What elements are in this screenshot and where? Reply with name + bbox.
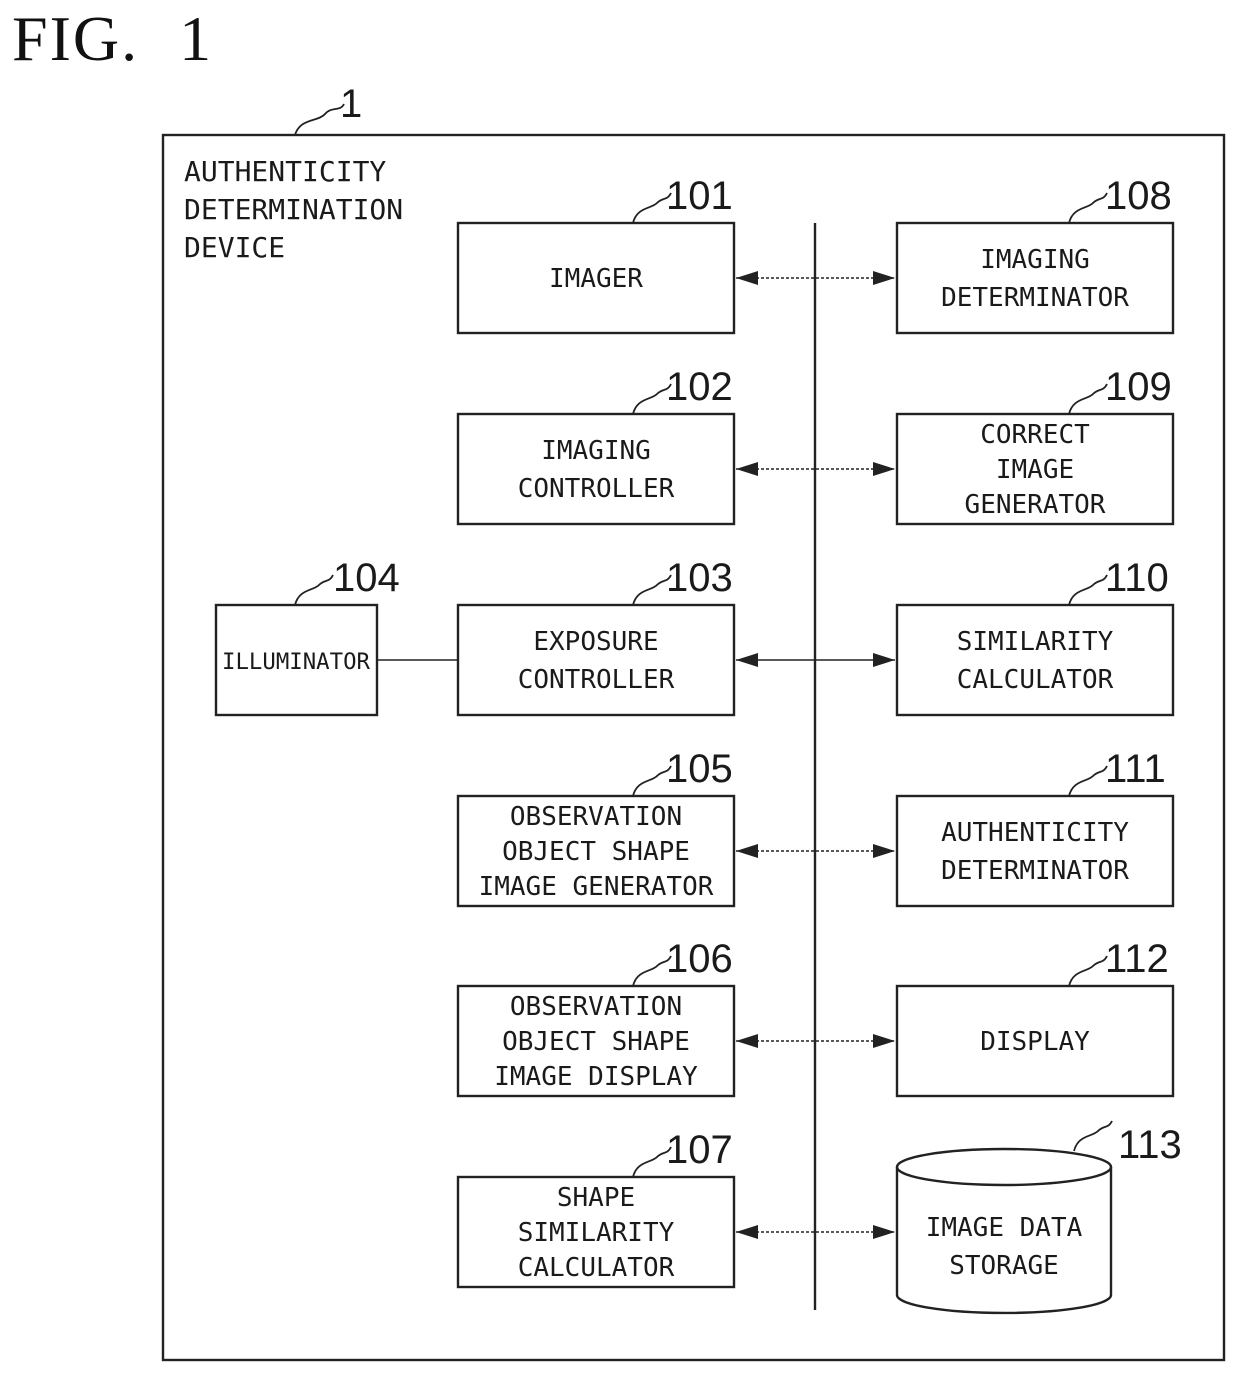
block-101-ref: 101 [666, 174, 733, 218]
block-108-ref: 108 [1105, 174, 1172, 218]
block-104-ref: 104 [333, 556, 400, 600]
block-110-label-line-1: SIMILARITY [957, 627, 1114, 657]
block-110-ref: 110 [1105, 556, 1169, 600]
block-102-box [456, 412, 736, 526]
device-label-line-2: DETERMINATION [184, 193, 403, 226]
block-107-label-line-3: CALCULATOR [518, 1253, 675, 1283]
block-109-ref: 109 [1105, 365, 1172, 409]
block-105-label-line-3: IMAGE GENERATOR [479, 872, 714, 902]
block-109-label-line-1: CORRECT [980, 420, 1090, 450]
block-113-cylinder-top [895, 1147, 1113, 1187]
block-112-label-line-1: DISPLAY [980, 1027, 1090, 1057]
block-113-label-line-1: IMAGE DATA [926, 1213, 1083, 1243]
device-leader-line [294, 103, 345, 136]
device-label-line-3: DEVICE [184, 231, 285, 264]
block-103-ref: 103 [666, 556, 733, 600]
block-113-ref: 113 [1118, 1123, 1182, 1167]
block-104-label-line-1: ILLUMINATOR [222, 650, 371, 675]
block-102-ref: 102 [666, 365, 733, 409]
block-108-label-line-1: IMAGING [980, 245, 1090, 275]
block-103-box [456, 603, 736, 717]
block-107-label-line-2: SIMILARITY [518, 1218, 675, 1248]
block-106-label-line-2: OBJECT SHAPE [502, 1027, 690, 1057]
block-105-label-line-2: OBJECT SHAPE [502, 837, 690, 867]
block-102-label-line-1: IMAGING [541, 436, 651, 466]
block-110-label-line-2: CALCULATOR [957, 665, 1114, 695]
block-111-ref: 111 [1105, 747, 1166, 791]
block-113-label-line-2: STORAGE [949, 1251, 1059, 1281]
block-109-label-line-3: GENERATOR [965, 490, 1106, 520]
block-108-box [895, 221, 1175, 335]
block-109-label-line-2: IMAGE [996, 455, 1074, 485]
device-ref: 1 [340, 82, 362, 126]
block-101-label-line-1: IMAGER [549, 264, 643, 294]
block-106-ref: 106 [666, 937, 733, 981]
block-107-label-line-1: SHAPE [557, 1183, 635, 1213]
block-107-ref: 107 [666, 1128, 733, 1172]
block-108-label-line-2: DETERMINATOR [941, 283, 1129, 313]
block-111-box [895, 794, 1175, 908]
block-103-label-line-1: EXPOSURE [533, 627, 658, 657]
block-106-label-line-1: OBSERVATION [510, 992, 682, 1022]
block-110-box [895, 603, 1175, 717]
block-102-label-line-2: CONTROLLER [518, 474, 675, 504]
block-diagram: 1 AUTHENTICITY DETERMINATION DEVICE IMAG… [161, 82, 1226, 1362]
block-106-label-line-3: IMAGE DISPLAY [494, 1062, 698, 1092]
block-105-label-line-1: OBSERVATION [510, 802, 682, 832]
block-105-ref: 105 [666, 747, 733, 791]
block-103-label-line-2: CONTROLLER [518, 665, 675, 695]
block-111-label-line-2: DETERMINATOR [941, 856, 1129, 886]
block-111-label-line-1: AUTHENTICITY [941, 818, 1129, 848]
device-label-line-1: AUTHENTICITY [184, 155, 386, 188]
block-112-ref: 112 [1105, 937, 1169, 981]
